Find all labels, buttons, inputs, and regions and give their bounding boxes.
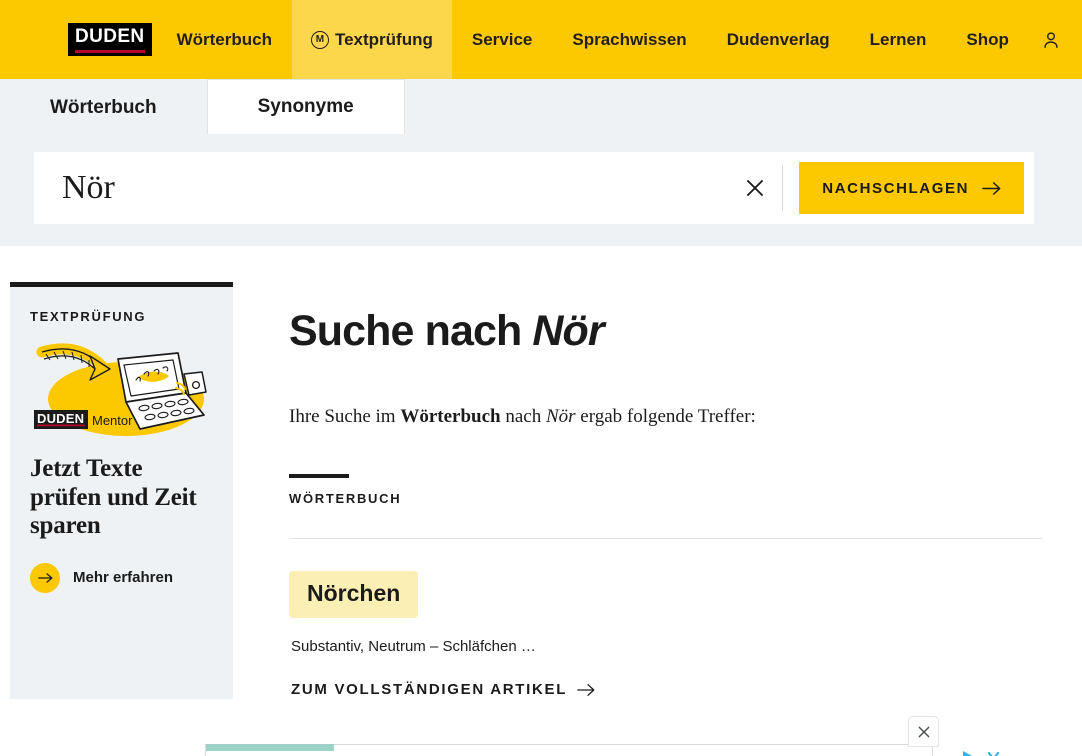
mentor-m-icon: M — [310, 30, 329, 49]
tab-synonyme[interactable]: Synonyme — [206, 79, 405, 134]
nav-item-shop[interactable]: Shop — [946, 0, 1029, 79]
overlay-accent-bar — [206, 744, 334, 751]
page-title-prefix: Suche nach — [289, 307, 533, 355]
search-divider — [782, 165, 784, 211]
result-term[interactable]: Nörchen — [289, 571, 419, 619]
sidebar-promo: TEXTPRÜFUNG DUDEN Mentor Jetzt Texte prü… — [10, 282, 233, 700]
nav-item-service[interactable]: Service — [452, 0, 553, 79]
arrow-right-circle-icon — [30, 562, 60, 593]
arrow-right-icon — [577, 683, 595, 696]
section-heading: WÖRTERBUCH — [289, 491, 402, 507]
nav-item-label: Lernen — [869, 29, 927, 49]
overlay-close-button[interactable] — [908, 716, 939, 747]
search-icon[interactable] — [1073, 0, 1082, 79]
main-content: Suche nach Nör Ihre Suche im Wörterbuch … — [233, 282, 1082, 699]
result-full-article-label: ZUM VOLLSTÄNDIGEN ARTIKEL — [291, 681, 568, 699]
overlay-frame — [205, 744, 933, 756]
nav-item-sprachwissen[interactable]: Sprachwissen — [552, 0, 706, 79]
nav-item-textpruefung[interactable]: M Textprüfung — [291, 0, 452, 79]
site-header: DUDEN Wörterbuch M Textprüfung Service S… — [0, 0, 1082, 79]
overlay-chevron-down-icon[interactable] — [987, 749, 1000, 756]
sidebar-kicker: TEXTPRÜFUNG — [30, 309, 147, 324]
sidebar-more-label: Mehr erfahren — [73, 569, 174, 586]
nav-item-label: Sprachwissen — [572, 29, 687, 49]
result-summary-part2: nach — [500, 406, 546, 428]
result-summary-italic: Nör — [545, 406, 576, 428]
clear-search-button[interactable] — [728, 176, 782, 200]
result-summary-part3: ergab folgende Treffer: — [575, 406, 756, 428]
tab-label: Synonyme — [257, 96, 354, 117]
tab-woerterbuch[interactable]: Wörterbuch — [0, 81, 207, 134]
duden-logo-text: DUDEN — [75, 26, 145, 48]
result-description: Substantiv, Neutrum – Schläfchen … — [291, 638, 536, 656]
result-summary: Ihre Suche im Wörterbuch nach Nör ergab … — [289, 406, 1042, 428]
laptop-illustration: DUDEN Mentor — [34, 343, 207, 436]
duden-logo-rule — [75, 49, 145, 53]
svg-text:Mentor: Mentor — [92, 413, 133, 428]
page-root: DUDEN Wörterbuch M Textprüfung Service S… — [0, 0, 1082, 756]
duden-logo[interactable]: DUDEN — [0, 0, 152, 79]
search-input[interactable] — [34, 169, 729, 207]
nav-item-lernen[interactable]: Lernen — [850, 0, 947, 79]
sidebar-more-link[interactable]: Mehr erfahren — [30, 562, 213, 593]
page-body: TEXTPRÜFUNG DUDEN Mentor Jetzt Texte prü… — [0, 246, 1082, 700]
search-zone: Wörterbuch Synonyme NACHSCHLAGEN — [0, 79, 1082, 246]
section-accent-bar — [289, 474, 349, 479]
overlay-icon-group — [961, 749, 1000, 756]
nav-item-label: Shop — [966, 29, 1009, 49]
result-summary-bold: Wörterbuch — [400, 406, 501, 428]
sidebar-promo-title: Jetzt Texte prüfen und Zeit sparen — [30, 455, 197, 539]
nav-item-label: Textprüfung — [334, 29, 433, 49]
search-tabs: Wörterbuch Synonyme — [0, 79, 1082, 134]
lookup-button-label: NACHSCHLAGEN — [822, 179, 969, 197]
search-row: NACHSCHLAGEN — [0, 134, 1082, 246]
nav-item-label: Wörterbuch — [176, 29, 272, 49]
search-box: NACHSCHLAGEN — [34, 152, 1034, 224]
svg-text:DUDEN: DUDEN — [37, 411, 84, 426]
result-summary-part1: Ihre Suche im — [289, 406, 401, 428]
nav-item-label: Dudenverlag — [726, 29, 830, 49]
nav-item-woerterbuch[interactable]: Wörterbuch — [152, 0, 292, 79]
nav-item-label: Service — [471, 29, 533, 49]
lookup-button[interactable]: NACHSCHLAGEN — [799, 162, 1024, 214]
page-title-term: Nör — [532, 307, 604, 355]
account-icon[interactable] — [1029, 0, 1073, 79]
main-nav: Wörterbuch M Textprüfung Service Sprachw… — [152, 0, 1082, 79]
tab-label: Wörterbuch — [50, 96, 157, 118]
overlay-play-icon[interactable] — [961, 749, 974, 756]
result-item: Nörchen Substantiv, Neutrum – Schläfchen… — [289, 539, 1042, 699]
result-full-article-link[interactable]: ZUM VOLLSTÄNDIGEN ARTIKEL — [291, 681, 595, 698]
page-title: Suche nach Nör — [289, 307, 1042, 355]
nav-item-dudenverlag[interactable]: Dudenverlag — [707, 0, 850, 79]
arrow-right-icon — [982, 181, 1001, 195]
